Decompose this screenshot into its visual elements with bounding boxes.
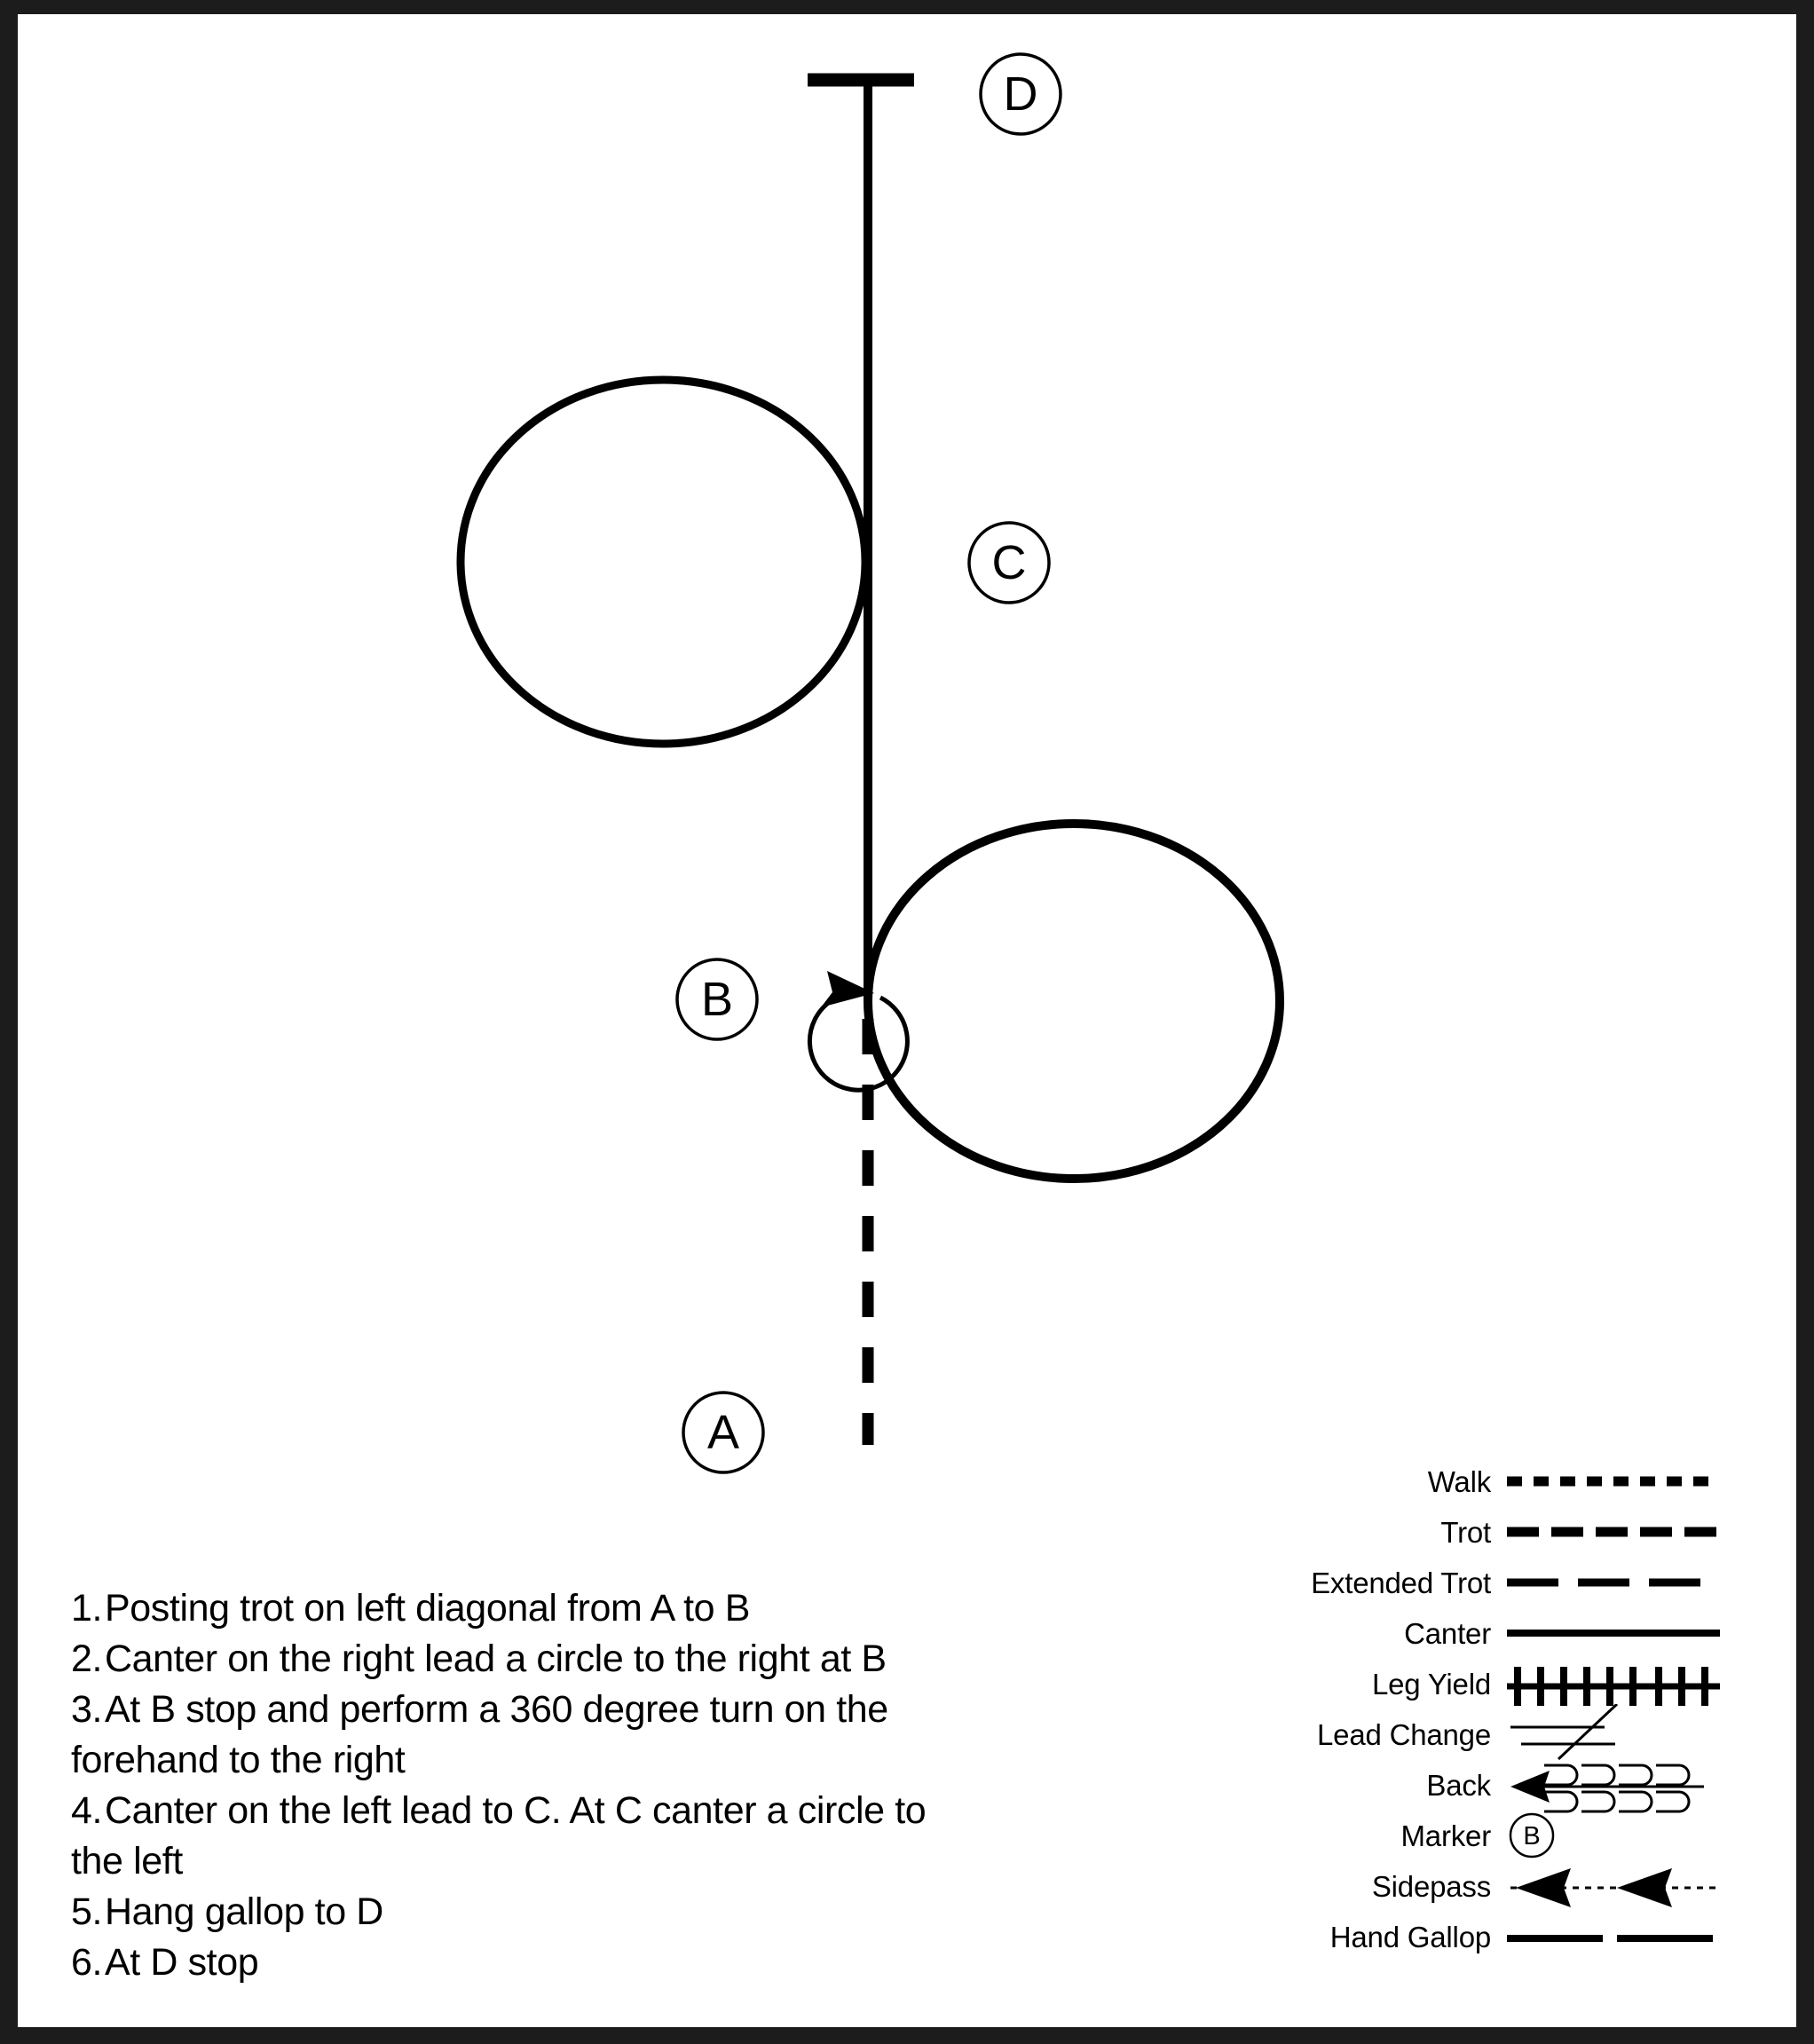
trot-dash-line-icon	[1505, 1507, 1722, 1558]
instruction-text: Canter on the right lead a circle to the…	[105, 1638, 887, 1680]
legend-row-extended-trot: Extended Trot	[1163, 1558, 1722, 1608]
instruction-item: 3.At B stop and perform a 360 degree tur…	[71, 1685, 958, 1786]
instruction-text: Posting trot on left diagonal from A to …	[105, 1587, 750, 1630]
canter-circle-right-at-b	[864, 819, 1284, 1183]
instruction-item: 1.Posting trot on left diagonal from A t…	[71, 1583, 958, 1634]
legend-row-hand-gallop: Hand Gallop	[1163, 1912, 1722, 1962]
instruction-item: 2.Canter on the right lead a circle to t…	[71, 1634, 958, 1685]
legend-label-lead-change: Lead Change	[1317, 1718, 1491, 1751]
instruction-item: 4.Canter on the left lead to C. At C can…	[71, 1786, 958, 1887]
diagram-paper: D C B A 1.Posting trot on left diagonal …	[16, 12, 1798, 2029]
page-frame: D C B A 1.Posting trot on left diagonal …	[0, 0, 1814, 2044]
marker-a: A	[682, 1391, 765, 1474]
instruction-number: 3.	[71, 1688, 103, 1731]
legend-row-trot: Trot	[1163, 1507, 1722, 1558]
legend-label-walk: Walk	[1427, 1465, 1492, 1498]
marker-b-label: B	[701, 973, 733, 1026]
legend-row-canter: Canter	[1163, 1608, 1722, 1659]
legend-row-back: Back	[1163, 1760, 1722, 1813]
canter-circle-left-at-c	[456, 375, 870, 748]
marker-c-label: C	[992, 536, 1027, 589]
legend-label-leg-yield: Leg Yield	[1372, 1668, 1491, 1701]
legend-label-trot: Trot	[1440, 1516, 1491, 1549]
legend-label-extended-trot: Extended Trot	[1311, 1567, 1491, 1599]
marker-circle-b-icon: B	[1505, 1811, 1722, 1861]
instruction-number: 5.	[71, 1890, 103, 1933]
instruction-number: 6.	[71, 1941, 103, 1984]
marker-d-label: D	[1004, 67, 1038, 121]
marker-b: B	[675, 958, 759, 1041]
turn-on-forehand-circle	[807, 990, 910, 1093]
instruction-number: 2.	[71, 1638, 103, 1680]
legend-label-sidepass: Sidepass	[1371, 1870, 1491, 1903]
legend-label-hand-gallop: Hand Gallop	[1329, 1921, 1491, 1953]
hand-gallop-long-dash-line-icon	[1505, 1912, 1722, 1962]
instruction-text: Hang gallop to D	[105, 1890, 383, 1933]
instruction-list: 1.Posting trot on left diagonal from A t…	[71, 1583, 958, 1988]
legend-label-marker: Marker	[1400, 1819, 1492, 1852]
walk-dash-line-icon	[1505, 1456, 1722, 1507]
legend-row-marker: Marker B	[1163, 1811, 1722, 1861]
marker-legend-letter: B	[1523, 1822, 1540, 1851]
extended-trot-dash-line-icon	[1505, 1558, 1722, 1608]
instruction-text: At B stop and perform a 360 degree turn …	[71, 1688, 888, 1781]
instruction-text: At D stop	[105, 1941, 259, 1984]
legend-row-walk: Walk	[1163, 1456, 1722, 1507]
legend-label-back: Back	[1426, 1769, 1491, 1802]
instruction-item: 5.Hang gallop to D	[71, 1887, 958, 1937]
instruction-number: 1.	[71, 1587, 103, 1630]
marker-d: D	[979, 52, 1062, 136]
instruction-number: 4.	[71, 1789, 103, 1832]
legend: Walk Trot Extended Trot Canter Leg Yield…	[1163, 1456, 1722, 1962]
sidepass-double-arrow-icon	[1505, 1861, 1722, 1912]
legend-row-leg-yield: Leg Yield	[1163, 1659, 1722, 1709]
instruction-item: 6.At D stop	[71, 1937, 958, 1988]
marker-a-label: A	[707, 1406, 739, 1459]
back-arrow-loops-icon	[1505, 1760, 1722, 1813]
legend-row-sidepass: Sidepass	[1163, 1861, 1722, 1912]
leg-yield-hatched-line-icon	[1505, 1659, 1722, 1709]
marker-c: C	[967, 521, 1051, 604]
canter-solid-line-icon	[1505, 1608, 1722, 1659]
legend-label-canter: Canter	[1404, 1617, 1491, 1650]
instruction-text: Canter on the left lead to C. At C cante…	[71, 1789, 927, 1882]
